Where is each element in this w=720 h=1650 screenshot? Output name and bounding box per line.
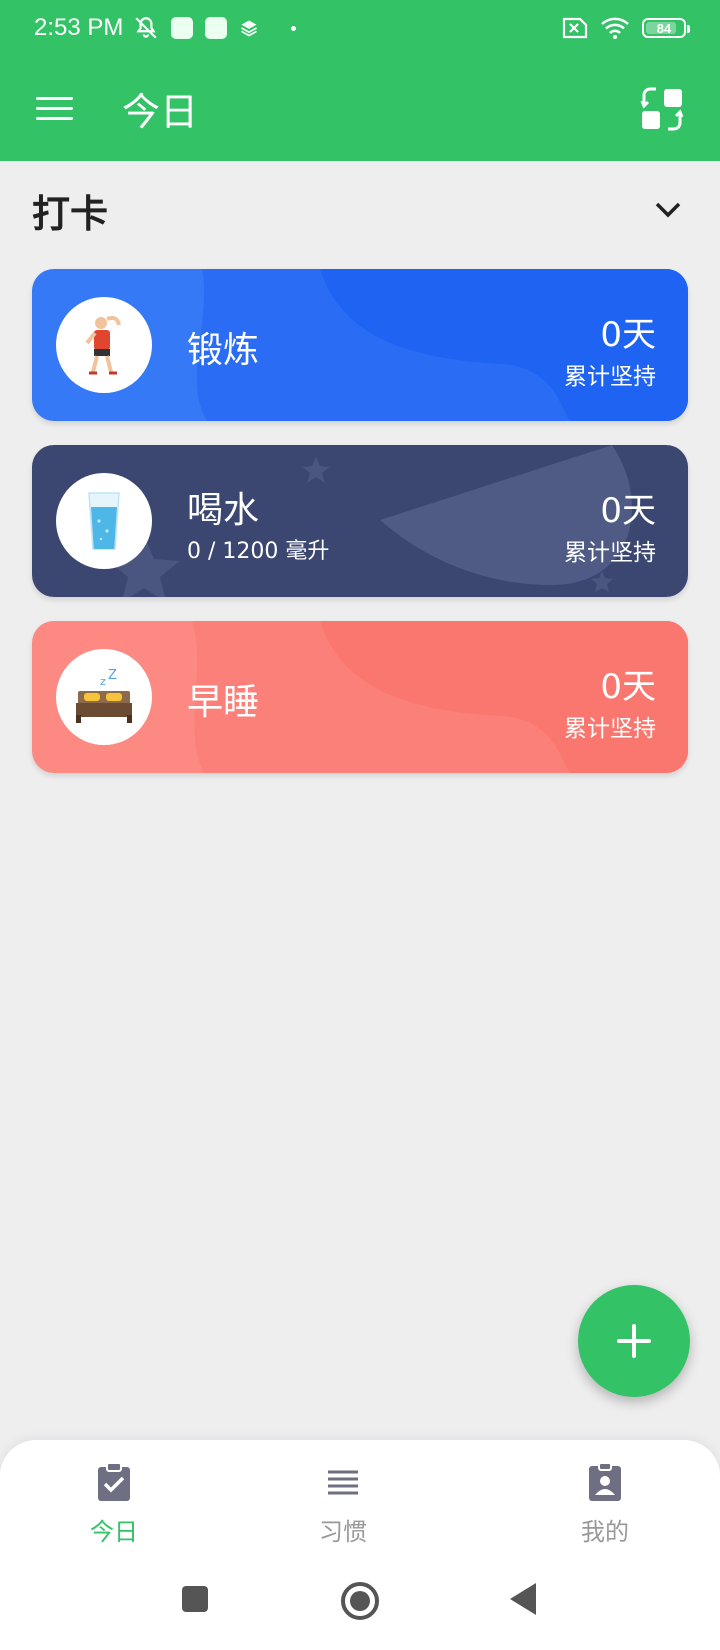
home-button[interactable]	[340, 1581, 380, 1621]
nav-label: 习惯	[319, 1518, 367, 1546]
profile-badge-icon	[589, 1462, 621, 1501]
app-bar: 今日	[0, 56, 720, 161]
list-icon	[328, 1470, 358, 1495]
nav-label: 今日	[90, 1518, 138, 1546]
card-title: 锻炼	[187, 330, 260, 371]
layers-icon	[241, 20, 258, 37]
water-glass-icon	[56, 473, 152, 569]
card-label: 累计坚持	[564, 716, 656, 742]
habit-card-exercise[interactable]: 锻炼 0天 累计坚持	[32, 269, 688, 421]
habit-card-water[interactable]: 喝水 0 / 1200 毫升 0天 累计坚持	[32, 445, 688, 597]
dot-icon	[291, 25, 297, 31]
bottom-navigation: 今日 习惯 我的	[0, 1440, 720, 1565]
clipboard-check-icon	[98, 1462, 130, 1501]
sim-off-icon	[562, 17, 588, 39]
wifi-icon	[601, 17, 629, 39]
nav-item-today[interactable]: 今日	[34, 1462, 194, 1547]
nav-item-profile[interactable]: 我的	[525, 1462, 685, 1547]
add-habit-button[interactable]	[578, 1285, 690, 1397]
page-title: 今日	[122, 90, 199, 134]
plus-icon	[617, 1324, 651, 1358]
back-button[interactable]	[508, 1581, 538, 1617]
notification-icon	[205, 17, 228, 39]
card-days: 0天	[600, 491, 656, 531]
habit-card-sleep[interactable]: z Z 早睡 0天 累计坚持	[32, 621, 688, 773]
svg-text:z: z	[100, 675, 106, 688]
card-title: 喝水	[187, 490, 260, 531]
notification-icon	[171, 17, 194, 39]
status-time: 2:53 PM	[34, 14, 124, 41]
card-days: 0天	[600, 315, 656, 355]
bed-sleep-icon: z Z	[56, 649, 152, 745]
system-navigation-bar	[0, 1565, 720, 1650]
battery-level: 84	[656, 20, 672, 36]
status-bar: 2:53 PM 84	[0, 0, 720, 56]
section-header: 打卡	[32, 178, 688, 242]
section-title: 打卡	[32, 191, 109, 236]
switch-layout-icon[interactable]	[640, 87, 684, 131]
nav-label: 我的	[581, 1518, 629, 1546]
card-days: 0天	[600, 667, 656, 707]
chevron-down-icon[interactable]	[648, 190, 688, 230]
card-progress: 0 / 1200 毫升	[187, 539, 330, 564]
recents-button[interactable]	[181, 1585, 209, 1613]
exercise-person-icon	[56, 297, 152, 393]
card-label: 累计坚持	[564, 540, 656, 566]
card-title: 早睡	[187, 682, 260, 723]
nav-item-habits[interactable]: 习惯	[263, 1462, 423, 1547]
svg-text:Z: Z	[108, 669, 117, 683]
mute-icon	[135, 17, 157, 39]
hamburger-menu-icon[interactable]	[36, 89, 76, 129]
battery-icon: 84	[642, 18, 690, 38]
card-label: 累计坚持	[564, 364, 656, 390]
